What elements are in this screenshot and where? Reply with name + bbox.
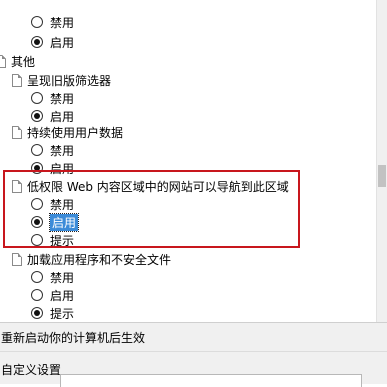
option-label: 禁用 bbox=[50, 143, 75, 158]
vertical-scrollbar[interactable] bbox=[376, 0, 387, 322]
setting-label: 持续使用用户数据 bbox=[27, 125, 124, 140]
setting-label: 呈现旧版筛选器 bbox=[27, 73, 112, 88]
document-icon bbox=[12, 252, 22, 266]
setting-item-legacy-filters: 呈现旧版筛选器 bbox=[12, 71, 111, 89]
radio-button[interactable] bbox=[31, 144, 43, 156]
option-label: 启用 bbox=[50, 109, 75, 124]
radio-button[interactable] bbox=[31, 92, 43, 104]
document-icon bbox=[12, 73, 22, 87]
reset-to-dropdown[interactable] bbox=[60, 374, 362, 387]
radio-button[interactable] bbox=[31, 16, 43, 28]
radio-option-disable[interactable]: 禁用 bbox=[31, 13, 74, 31]
radio-option-disable[interactable]: 禁用 bbox=[31, 89, 74, 107]
radio-option-disable[interactable]: 禁用 bbox=[31, 268, 74, 286]
radio-option-enable[interactable]: 启用 bbox=[31, 286, 74, 304]
status-bar: 重新启动你的计算机后生效 bbox=[0, 323, 387, 351]
setting-item-persist-user-data: 持续使用用户数据 bbox=[12, 123, 123, 141]
radio-button[interactable] bbox=[31, 289, 43, 301]
option-label: 禁用 bbox=[50, 270, 75, 285]
radio-option-prompt[interactable]: 提示 bbox=[31, 304, 74, 322]
option-label: 提示 bbox=[50, 306, 75, 321]
radio-button[interactable] bbox=[31, 271, 43, 283]
radio-option-disable[interactable]: 禁用 bbox=[31, 141, 74, 159]
radio-option-enable[interactable]: 启用 bbox=[31, 33, 74, 51]
option-label: 禁用 bbox=[50, 91, 75, 106]
highlight-box bbox=[3, 170, 300, 248]
group-label: 其他 bbox=[11, 54, 36, 69]
option-label: 启用 bbox=[50, 35, 75, 50]
radio-button-selected[interactable] bbox=[31, 36, 43, 48]
custom-settings-panel: 自定义设置 bbox=[0, 351, 387, 387]
group-header-misc: 其他 bbox=[0, 52, 35, 70]
scrollbar-thumb[interactable] bbox=[378, 165, 386, 187]
radio-button-selected[interactable] bbox=[31, 307, 43, 319]
setting-label: 加载应用程序和不安全文件 bbox=[27, 252, 172, 267]
document-icon bbox=[0, 54, 6, 68]
setting-item-load-apps-unsafe: 加载应用程序和不安全文件 bbox=[12, 250, 171, 268]
security-settings-list: 禁用 启用 其他 呈现旧版筛选器 禁用 启用 持续使用用户数据 禁用 启用 低权… bbox=[0, 0, 376, 322]
document-icon bbox=[12, 125, 22, 139]
custom-settings-label: 自定义设置 bbox=[1, 363, 62, 377]
option-label: 禁用 bbox=[50, 15, 75, 30]
radio-button-selected[interactable] bbox=[31, 110, 43, 122]
restart-note: 重新启动你的计算机后生效 bbox=[1, 330, 146, 345]
option-label: 启用 bbox=[50, 288, 75, 303]
